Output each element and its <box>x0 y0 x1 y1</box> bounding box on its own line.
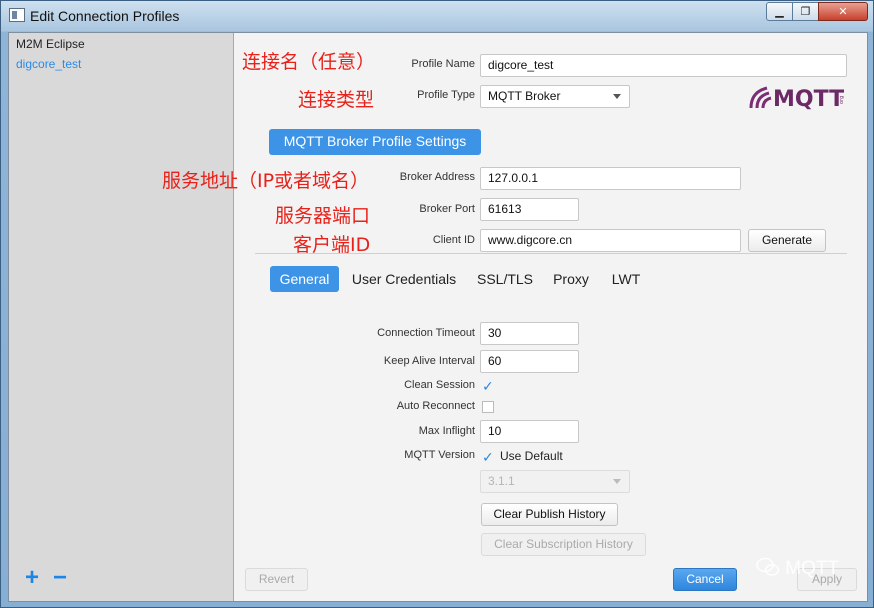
app-icon <box>9 8 25 22</box>
tab-general[interactable]: General <box>270 266 339 292</box>
broker-address-input[interactable]: 127.0.0.1 <box>480 167 741 190</box>
broker-address-label: Broker Address <box>399 171 475 183</box>
mqtt-version-value: 3.1.1 <box>488 474 515 488</box>
add-profile-button[interactable]: + <box>25 566 39 590</box>
profile-type-value: MQTT Broker <box>488 89 561 103</box>
profile-list-item[interactable]: M2M Eclipse <box>16 37 85 51</box>
clear-publish-history-button[interactable]: Clear Publish History <box>481 503 618 526</box>
chevron-down-icon <box>613 479 621 484</box>
client-id-label: Client ID <box>432 234 475 246</box>
tab-user-credentials[interactable]: User Credentials <box>348 266 460 292</box>
watermark: MQTT <box>756 557 839 583</box>
max-inflight-label: Max Inflight <box>418 425 475 437</box>
clean-session-checkbox[interactable]: ✓ <box>482 379 494 393</box>
maximize-button[interactable]: ❐ <box>792 2 819 21</box>
mqtt-version-select[interactable]: 3.1.1 <box>480 470 630 493</box>
chevron-down-icon <box>613 94 621 99</box>
window-title: Edit Connection Profiles <box>30 8 180 24</box>
clear-subscription-history-button[interactable]: Clear Subscription History <box>481 533 646 556</box>
broker-port-input[interactable]: 61613 <box>480 198 579 221</box>
auto-reconnect-label: Auto Reconnect <box>396 400 475 412</box>
max-inflight-input[interactable]: 10 <box>480 420 579 443</box>
minimize-button[interactable]: ▁ <box>766 2 793 21</box>
auto-reconnect-checkbox[interactable] <box>482 401 494 413</box>
profile-name-input[interactable]: digcore_test <box>480 54 847 77</box>
keep-alive-input[interactable]: 60 <box>480 350 579 373</box>
clean-session-label: Clean Session <box>404 379 475 391</box>
dialog-content: M2M Eclipse digcore_test + − 连接名（任意） 连接类… <box>8 32 868 602</box>
tab-lwt[interactable]: LWT <box>607 266 645 292</box>
revert-button[interactable]: Revert <box>245 568 308 591</box>
mqtt-logo: MQTT org <box>749 82 849 112</box>
profile-name-label: Profile Name <box>411 58 475 70</box>
divider <box>255 253 847 254</box>
remove-profile-button[interactable]: − <box>53 566 67 590</box>
broker-port-label: Broker Port <box>419 203 475 215</box>
profile-type-label: Profile Type <box>417 89 475 101</box>
generate-button[interactable]: Generate <box>748 229 826 252</box>
cancel-button[interactable]: Cancel <box>673 568 737 591</box>
title-bar[interactable]: Edit Connection Profiles ▁ ❐ ✕ <box>1 1 873 31</box>
keep-alive-label: Keep Alive Interval <box>383 355 475 367</box>
connection-timeout-label: Connection Timeout <box>377 327 475 339</box>
wechat-icon <box>756 557 780 576</box>
logo-tiny-text: org <box>839 96 845 104</box>
broker-settings-header[interactable]: MQTT Broker Profile Settings <box>269 129 481 155</box>
client-id-input[interactable]: www.digcore.cn <box>480 229 741 252</box>
use-default-label: Use Default <box>500 449 563 463</box>
watermark-text: MQTT <box>785 558 840 579</box>
mqtt-logo-icon: MQTT org <box>749 86 845 112</box>
profile-type-select[interactable]: MQTT Broker <box>480 85 630 108</box>
tab-proxy[interactable]: Proxy <box>549 266 593 292</box>
close-button[interactable]: ✕ <box>818 2 868 21</box>
tab-ssl-tls[interactable]: SSL/TLS <box>473 266 537 292</box>
logo-text: MQTT <box>773 87 844 110</box>
window: Edit Connection Profiles ▁ ❐ ✕ M2M Eclip… <box>0 0 874 608</box>
connection-timeout-input[interactable]: 30 <box>480 322 579 345</box>
profile-list-item-selected[interactable]: digcore_test <box>16 57 81 71</box>
profile-list: M2M Eclipse digcore_test + − <box>9 33 234 601</box>
mqtt-version-label: MQTT Version <box>404 449 475 461</box>
use-default-checkbox[interactable]: ✓ <box>482 450 494 464</box>
